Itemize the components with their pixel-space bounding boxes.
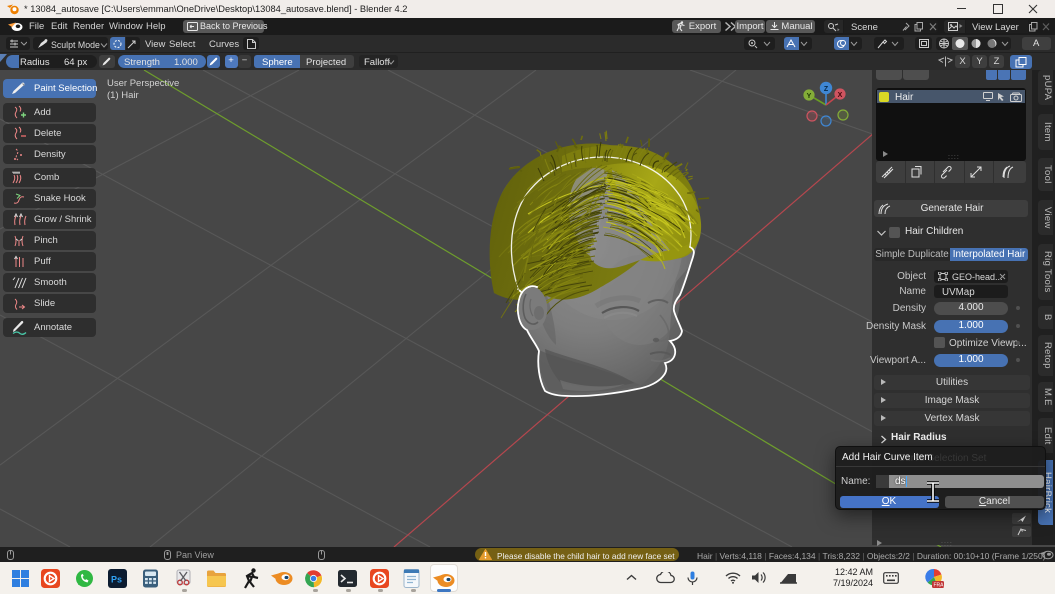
svg-text:FRA: FRA [934, 583, 945, 589]
svg-text:Ps: Ps [111, 575, 122, 585]
svg-text:Y: Y [807, 93, 812, 100]
svg-text:X: X [838, 92, 843, 99]
svg-text:Z: Z [824, 86, 829, 93]
